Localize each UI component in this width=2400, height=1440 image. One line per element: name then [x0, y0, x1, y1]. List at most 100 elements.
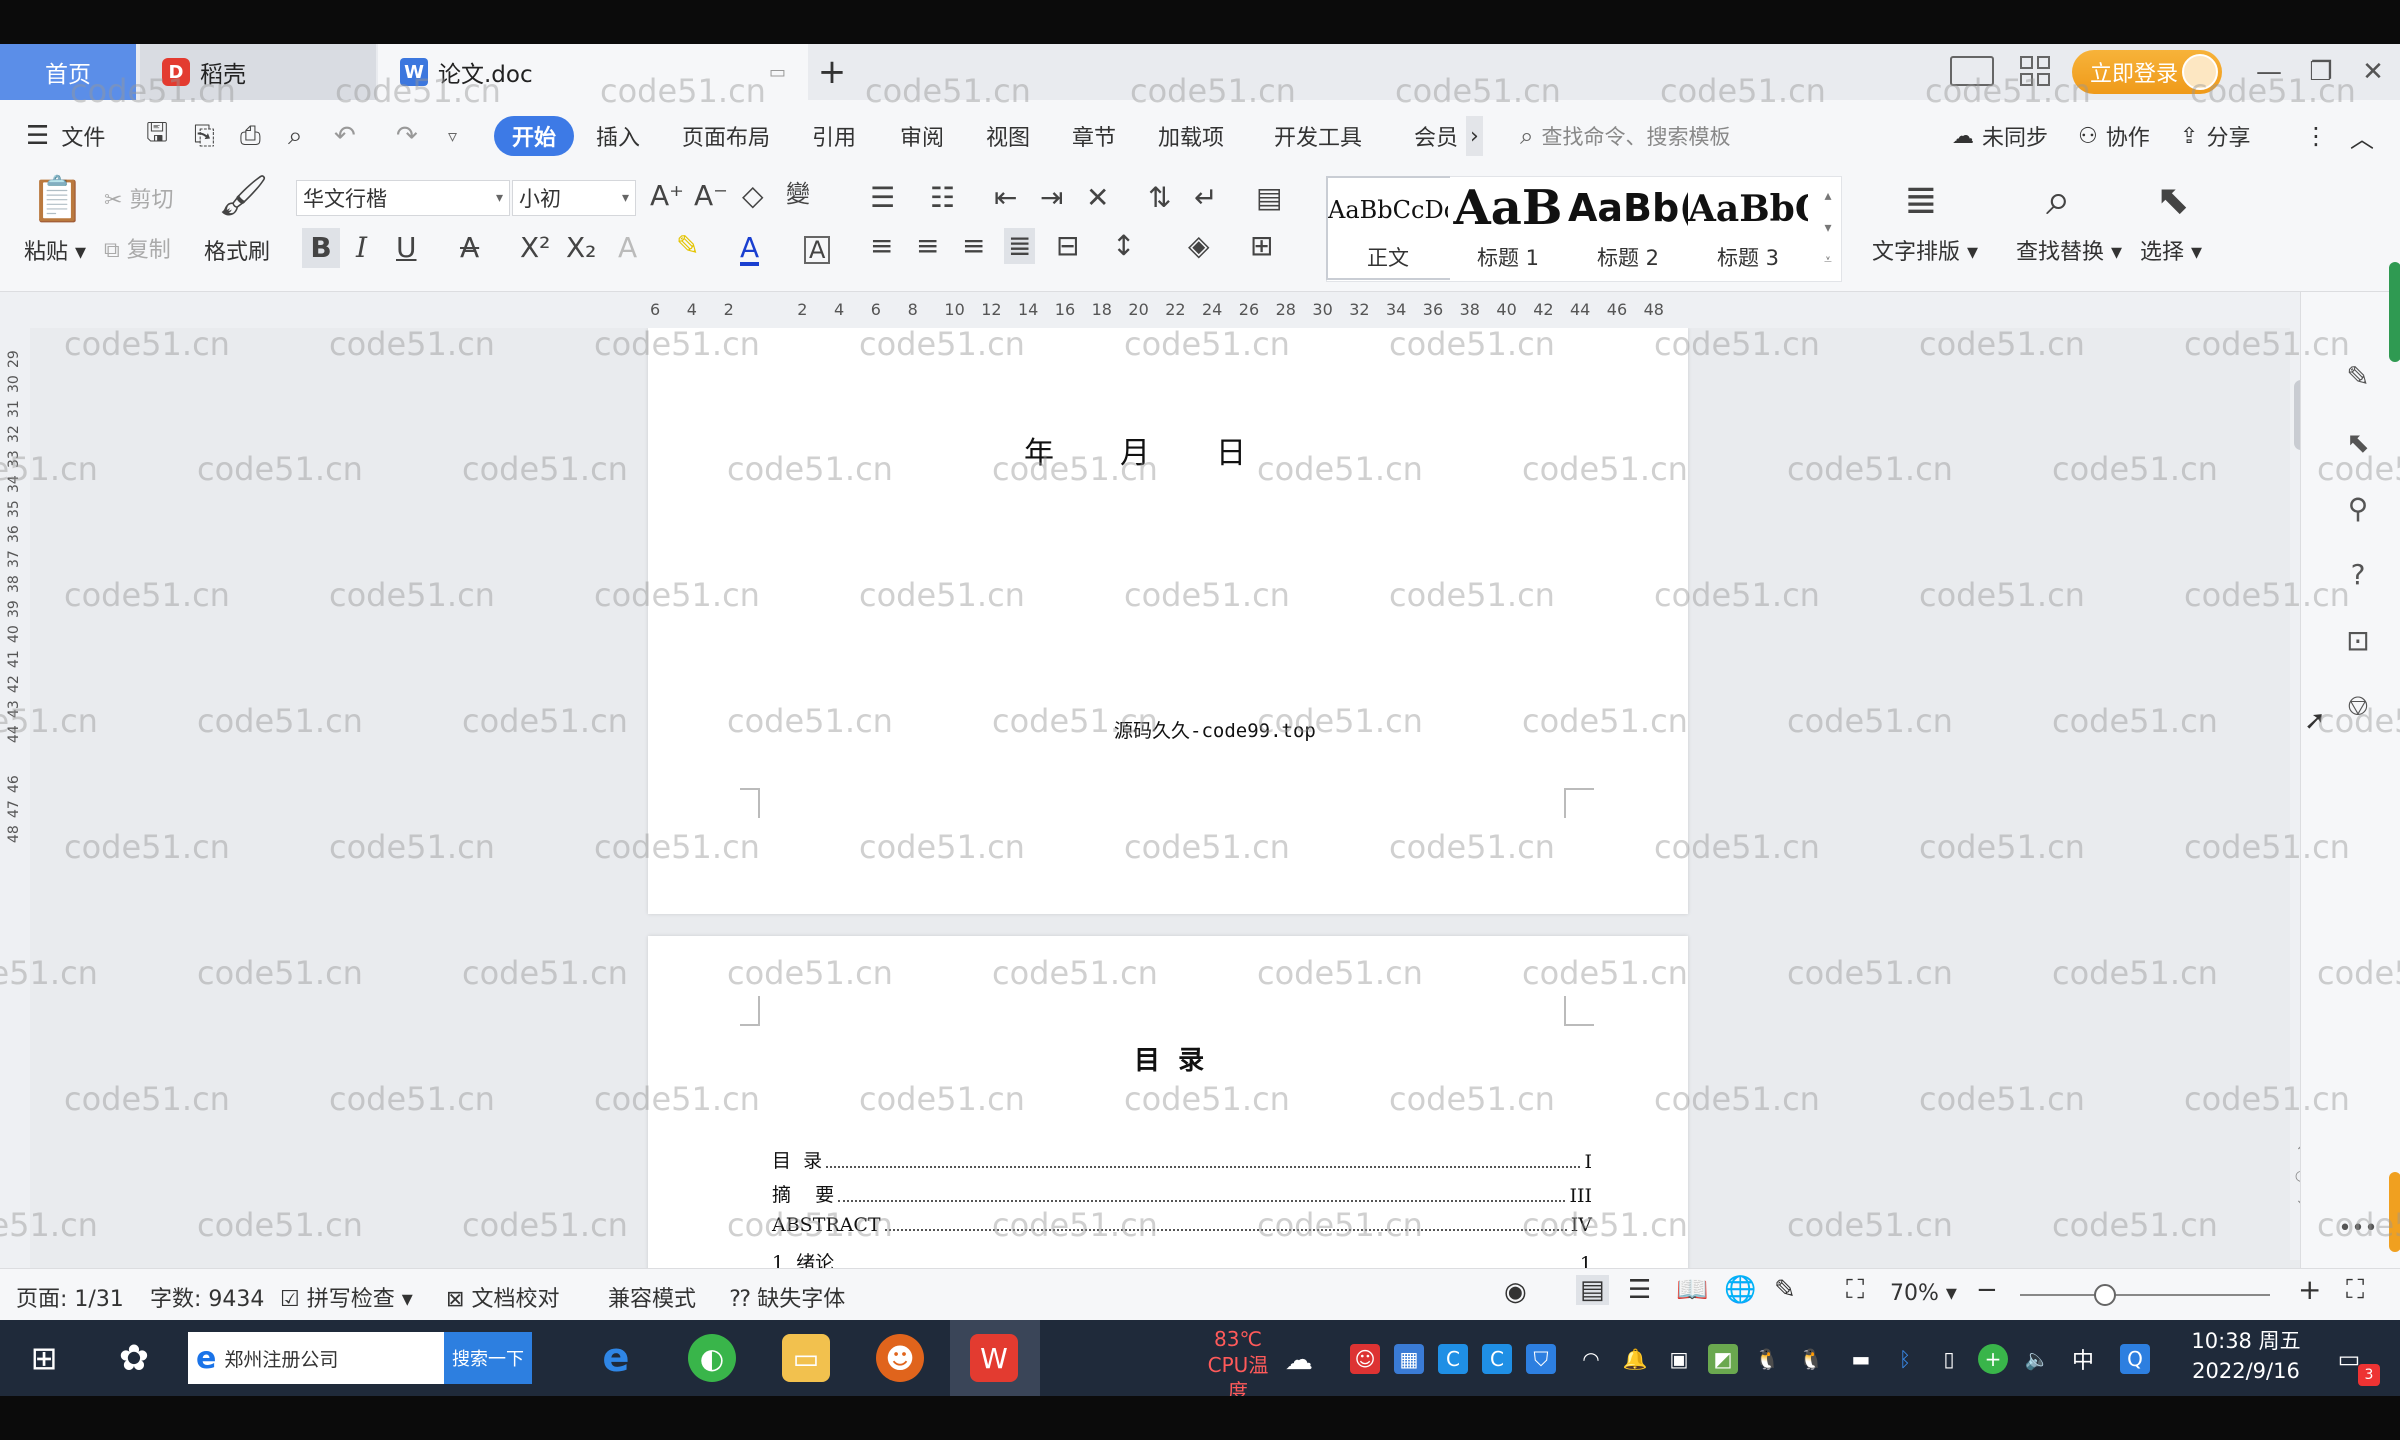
search-tray-icon[interactable]: Q	[2120, 1344, 2150, 1374]
menu-review[interactable]: 审阅	[900, 116, 944, 156]
menu-view[interactable]: 视图	[986, 116, 1030, 156]
menu-start[interactable]: 开始	[494, 116, 575, 156]
align-right-icon[interactable]: ≡	[962, 232, 985, 260]
adjust-icon[interactable]: ⚲	[2340, 490, 2376, 526]
cut-button[interactable]: ✂ 剪切	[104, 182, 173, 214]
font-name-select[interactable]: 华文行楷 ▾	[296, 180, 510, 216]
web-view-icon[interactable]: 🌐	[1724, 1275, 1756, 1305]
table-tools-icon[interactable]: ▤	[1256, 184, 1282, 212]
qq-icon[interactable]: 🐧	[1752, 1344, 1782, 1374]
bullet-list-icon[interactable]: ☰	[870, 184, 895, 212]
quick-access-dropdown-icon[interactable]: ▿	[448, 116, 457, 156]
grow-font-icon[interactable]: A⁺	[650, 182, 684, 210]
italic-icon[interactable]: I	[356, 234, 367, 262]
text-layout-button[interactable]: 文字排版 ▾	[1872, 234, 1978, 266]
find-replace-icon[interactable]: ⌕	[2046, 178, 2071, 222]
char-border-icon[interactable]: A	[804, 236, 831, 264]
reading-view-icon[interactable]: 📖	[1676, 1275, 1708, 1305]
paste-button[interactable]: 粘贴 ▾	[24, 234, 86, 266]
print-icon[interactable]: ⎙	[240, 116, 261, 156]
vertical-ruler[interactable]: 29 30 31 32 33 34 35 36 37 38 39 40 41 42 43 44 46 47 48	[0, 328, 30, 1268]
volume-icon[interactable]: 🔈	[2022, 1344, 2052, 1374]
windows-start-icon[interactable]: ⊞	[20, 1334, 68, 1382]
word-count[interactable]: 字数: 9434	[150, 1281, 264, 1313]
tab-pin-icon[interactable]: ▭	[769, 62, 786, 83]
tray-app-icon[interactable]: ☺	[1350, 1344, 1380, 1374]
paste-icon[interactable]: 📋	[30, 178, 85, 222]
close-button[interactable]: ✕	[2348, 44, 2398, 100]
login-button[interactable]: 立即登录	[2072, 50, 2222, 94]
ie-browser-icon[interactable]: e	[592, 1334, 640, 1382]
usb-icon[interactable]: ▯	[1934, 1344, 1964, 1374]
line-spacing-icon[interactable]: ↕	[1112, 232, 1135, 260]
new-tab-button[interactable]: +	[812, 44, 852, 100]
phonetic-guide-icon[interactable]: 變	[786, 182, 810, 206]
tray-app-icon[interactable]: C	[1482, 1344, 1512, 1374]
toc-entry[interactable]: 摘 要 III	[772, 1180, 1592, 1207]
increase-indent-icon[interactable]: ⇥	[1040, 184, 1063, 212]
sort-icon[interactable]: ⇅	[1148, 184, 1171, 212]
pen-icon[interactable]: ✎	[2340, 358, 2376, 394]
menu-addins[interactable]: 加载项	[1158, 116, 1224, 156]
page-1[interactable]: 年 月 日 源码久久-code99.top	[648, 328, 1688, 914]
taskbar-search-box[interactable]: e 郑州注册公司	[188, 1332, 444, 1384]
tray-app-icon[interactable]: C	[1438, 1344, 1468, 1374]
more-options-icon[interactable]: ⋮	[2304, 116, 2328, 156]
ime-indicator[interactable]: 中	[2068, 1344, 2098, 1374]
image-search-icon[interactable]: ⊡	[2340, 622, 2376, 658]
apps-grid-icon[interactable]	[2020, 56, 2050, 86]
bold-icon[interactable]: B	[302, 228, 340, 268]
menu-more-button[interactable]: ›	[1466, 116, 1483, 156]
menu-chapter[interactable]: 章节	[1072, 116, 1116, 156]
zoom-slider-handle[interactable]	[2094, 1284, 2116, 1306]
export-icon[interactable]: ⎘	[194, 116, 215, 156]
style-heading-3[interactable]: AaBbC 标题 3	[1688, 178, 1812, 278]
format-painter-icon[interactable]: 🖌	[218, 176, 269, 216]
superscript-icon[interactable]: X²	[520, 234, 550, 262]
collapse-ribbon-icon[interactable]: ︿	[2350, 116, 2374, 156]
select-button[interactable]: 选择 ▾	[2140, 234, 2202, 266]
underline-icon[interactable]: U	[396, 234, 417, 262]
clock[interactable]: 10:38 周五 2022/9/16	[2176, 1326, 2316, 1386]
numbered-list-icon[interactable]: ☷	[930, 184, 955, 212]
proofread-button[interactable]: ⊠ 文档校对	[446, 1281, 559, 1313]
menu-references[interactable]: 引用	[812, 116, 856, 156]
tab-document[interactable]: W 论文.doc ▭	[378, 44, 808, 100]
horizontal-ruler[interactable]: 6 4 2 2 4 6 8 10 12 14 16 18 20 22 24 26 28 30 32 34 36 38 40 4…	[0, 292, 2400, 328]
command-search[interactable]: ⌕ 查找命令、搜索模板	[1520, 116, 1820, 156]
text-layout-icon[interactable]: ≣	[1904, 180, 1938, 220]
decrease-indent-icon[interactable]: ⇤	[994, 184, 1017, 212]
tray-app-icon[interactable]: ▣	[1664, 1344, 1694, 1374]
toc-entry[interactable]: 目 录I	[772, 1146, 1592, 1173]
cpu-temp[interactable]: 83℃ CPU温度	[1198, 1326, 1278, 1404]
file-explorer-icon[interactable]: ▭	[782, 1334, 830, 1382]
tab-home[interactable]: 首页	[0, 44, 136, 100]
zoom-out-icon[interactable]: −	[1976, 1275, 1998, 1305]
select-cursor-icon[interactable]: ⬉	[2156, 180, 2190, 220]
redo-icon[interactable]: ↷	[396, 116, 418, 156]
distribute-icon[interactable]: ⊟	[1056, 232, 1079, 260]
battery-icon[interactable]: ▬	[1846, 1344, 1876, 1374]
subscript-icon[interactable]: X₂	[566, 234, 596, 262]
zoom-level[interactable]: 70% ▾	[1890, 1281, 1957, 1306]
nvidia-icon[interactable]: ◩	[1708, 1344, 1738, 1374]
wps-taskbar-active[interactable]: W	[950, 1320, 1040, 1396]
restore-button[interactable]: ❐	[2296, 44, 2346, 100]
bell-icon[interactable]: 🔔	[1620, 1344, 1650, 1374]
shield-icon[interactable]: ⛉	[1526, 1344, 1556, 1374]
menu-developer[interactable]: 开发工具	[1274, 116, 1362, 156]
bluetooth-icon[interactable]: ᛒ	[1890, 1344, 1920, 1374]
pinwheel-icon[interactable]: ✿	[110, 1334, 158, 1382]
text-effect-icon[interactable]: A	[618, 234, 637, 262]
page-view-icon[interactable]: ▤	[1576, 1275, 1609, 1305]
menu-page-layout[interactable]: 页面布局	[682, 116, 770, 156]
browser-360-icon[interactable]: ◐	[688, 1334, 736, 1382]
wifi-icon[interactable]: ◠	[1576, 1344, 1606, 1374]
fullscreen-icon[interactable]: ⛶	[2346, 1275, 2364, 1306]
write-view-icon[interactable]: ✎	[1774, 1275, 1796, 1305]
sync-status[interactable]: ☁ 未同步	[1952, 116, 2048, 156]
undo-icon[interactable]: ↶	[334, 116, 356, 156]
outline-view-icon[interactable]: ☰	[1628, 1275, 1651, 1305]
page-count[interactable]: 页面: 1/31	[16, 1281, 124, 1313]
borders-icon[interactable]: ⊞	[1250, 232, 1273, 260]
